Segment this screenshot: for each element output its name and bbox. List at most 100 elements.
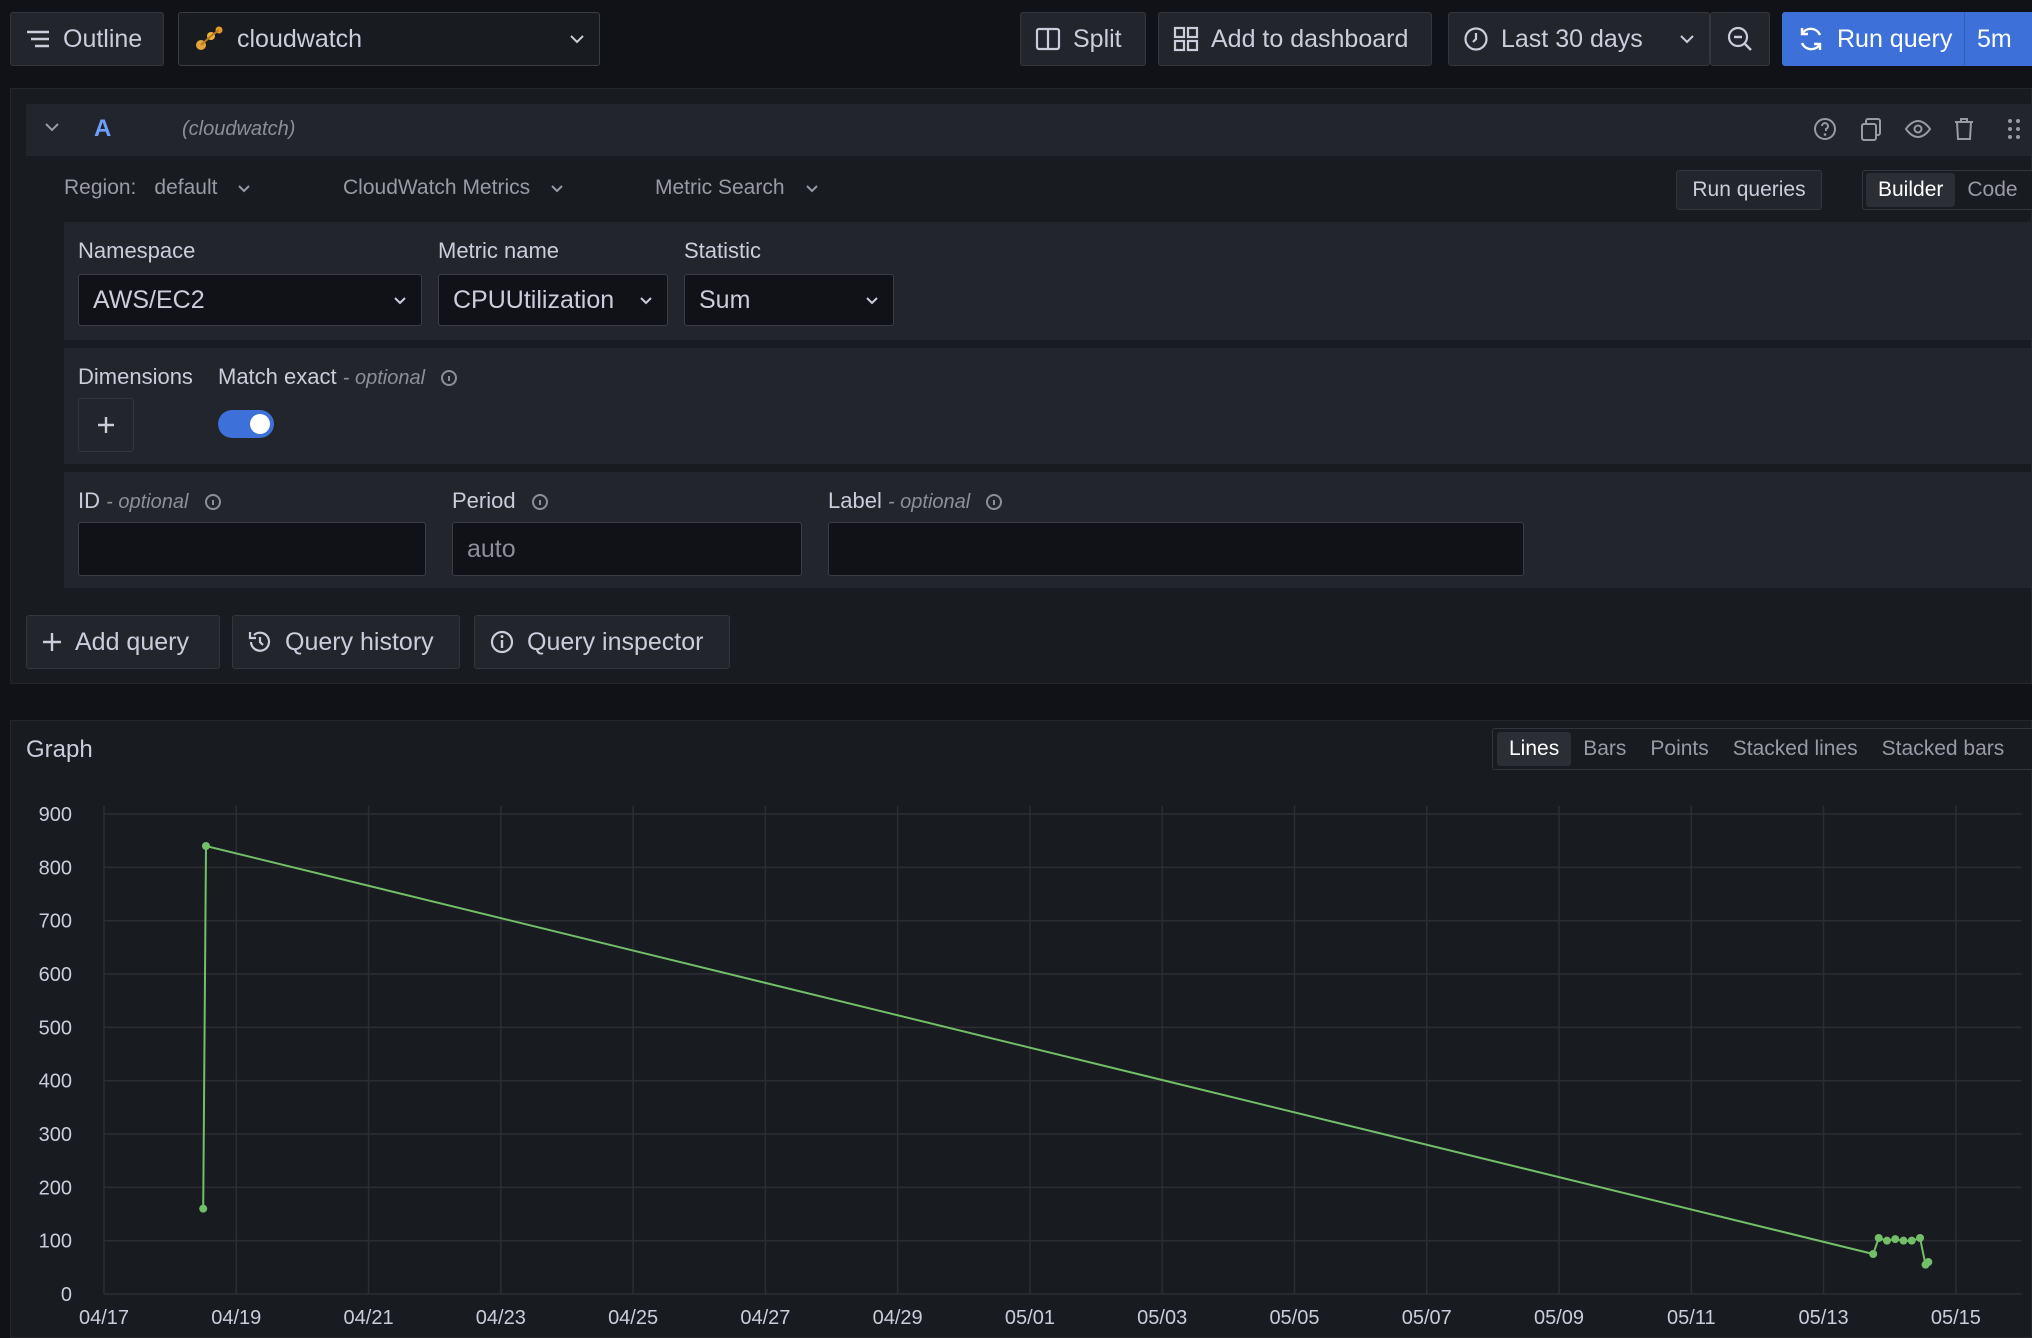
eye-icon[interactable] — [1904, 116, 1932, 142]
service-value: CloudWatch Metrics — [343, 176, 531, 199]
datasource-picker[interactable]: cloudwatch — [178, 12, 600, 66]
optional-text: - optional — [342, 367, 426, 389]
query-ref-id[interactable]: A — [94, 115, 111, 143]
id-label: ID — [78, 488, 100, 513]
x-tick-label: 05/05 — [1269, 1307, 1319, 1329]
info-icon — [531, 494, 548, 511]
clock-icon — [1464, 27, 1488, 51]
chevron-down-icon — [570, 35, 584, 44]
statistic-select[interactable]: Sum — [684, 274, 894, 326]
region-select[interactable]: Region: default — [64, 176, 251, 200]
region-label: Region: — [64, 176, 137, 199]
collapse-chevron-icon[interactable] — [44, 122, 60, 132]
graph-mode-stacked-lines[interactable]: Stacked lines — [1721, 732, 1870, 766]
y-tick-label: 400 — [39, 1071, 72, 1093]
namespace-value: AWS/EC2 — [93, 285, 205, 314]
plus-icon — [98, 417, 114, 433]
graph-mode-bars[interactable]: Bars — [1571, 732, 1638, 766]
namespace-label: Namespace — [78, 238, 196, 263]
outline-button[interactable]: Outline — [10, 12, 164, 66]
split-label: Split — [1073, 24, 1122, 53]
split-icon — [1035, 27, 1061, 51]
statistic-label: Statistic — [684, 238, 762, 263]
optional-text: - optional — [887, 491, 971, 513]
y-tick-label: 0 — [61, 1284, 72, 1306]
label-input[interactable] — [828, 522, 1524, 576]
help-icon[interactable] — [1812, 116, 1838, 142]
y-tick-label: 600 — [39, 964, 72, 986]
code-toggle[interactable]: Code — [1955, 173, 2029, 207]
duplicate-query-icon[interactable] — [1858, 116, 1884, 142]
id-input[interactable] — [78, 522, 426, 576]
trash-icon[interactable] — [1952, 116, 1976, 142]
x-tick-label: 04/27 — [740, 1307, 790, 1329]
add-query-label: Add query — [75, 627, 189, 656]
query-row-header — [26, 104, 2032, 156]
x-tick-label: 04/23 — [476, 1307, 526, 1329]
time-range-picker[interactable]: Last 30 days — [1448, 12, 1710, 66]
zoom-out-button[interactable] — [1710, 12, 1770, 66]
data-point — [1874, 1234, 1883, 1242]
x-tick-label: 04/29 — [873, 1307, 923, 1329]
chevron-down-icon — [238, 184, 251, 192]
info-icon — [441, 370, 458, 387]
outline-label: Outline — [63, 24, 143, 53]
graph-mode-toggle: Lines Bars Points Stacked lines Stacked bars — [1492, 728, 2032, 770]
chevron-down-icon — [805, 184, 818, 192]
metric-name-select[interactable]: CPUUtilization — [438, 274, 668, 326]
split-button[interactable]: Split — [1020, 12, 1146, 66]
run-queries-label: Run queries — [1692, 178, 1806, 201]
datasource-name: cloudwatch — [237, 24, 363, 53]
metric-name-value: CPUUtilization — [453, 285, 615, 314]
chevron-down-icon — [394, 296, 406, 304]
optional-text: - optional — [106, 491, 189, 513]
data-point — [1916, 1234, 1925, 1242]
x-tick-label: 05/07 — [1402, 1307, 1452, 1329]
y-tick-label: 800 — [39, 857, 72, 879]
zoom-out-icon — [1727, 26, 1752, 51]
query-inspector-button[interactable]: Query inspector — [474, 615, 730, 669]
period-input[interactable]: auto — [452, 522, 802, 576]
dimensions-label: Dimensions — [78, 364, 193, 389]
graph-mode-stacked-bars[interactable]: Stacked bars — [1870, 732, 2017, 766]
metric-name-label: Metric name — [438, 238, 560, 263]
graph-mode-lines[interactable]: Lines — [1497, 732, 1572, 766]
mode-select[interactable]: Metric Search — [655, 176, 819, 200]
match-exact-toggle[interactable] — [218, 410, 274, 438]
y-tick-label: 900 — [39, 804, 72, 826]
chevron-down-icon — [640, 296, 652, 304]
info-icon — [204, 494, 221, 511]
x-tick-label: 05/15 — [1931, 1307, 1981, 1329]
cloudwatch-icon — [196, 26, 223, 50]
data-point — [1891, 1235, 1900, 1244]
y-tick-label: 300 — [39, 1124, 72, 1146]
x-tick-label: 04/17 — [79, 1307, 129, 1329]
query-history-button[interactable]: Query history — [232, 615, 460, 669]
add-to-dashboard-button[interactable]: Add to dashboard — [1158, 12, 1432, 66]
builder-toggle[interactable]: Builder — [1866, 173, 1956, 207]
data-point — [1924, 1258, 1933, 1266]
x-tick-label: 04/25 — [608, 1307, 658, 1329]
chevron-down-icon — [866, 296, 878, 304]
region-value: default — [154, 176, 218, 199]
graph-title: Graph — [26, 736, 93, 763]
add-query-button[interactable]: Add query — [26, 615, 220, 669]
period-placeholder: auto — [467, 534, 516, 563]
refresh-interval-picker[interactable]: 5m — [1964, 12, 2032, 66]
x-tick-label: 05/01 — [1005, 1307, 1055, 1329]
query-history-label: Query history — [285, 627, 434, 656]
chevron-down-icon — [1680, 35, 1694, 44]
add-dimension-button[interactable] — [78, 398, 134, 452]
namespace-select[interactable]: AWS/EC2 — [78, 274, 422, 326]
drag-handle-icon[interactable] — [2006, 116, 2022, 142]
run-query-button[interactable]: Run query — [1782, 12, 1972, 66]
add-to-dashboard-label: Add to dashboard — [1211, 24, 1409, 53]
y-tick-label: 200 — [39, 1177, 72, 1199]
chevron-down-icon — [551, 184, 563, 192]
period-label: Period — [452, 488, 516, 513]
graph-mode-points[interactable]: Points — [1638, 732, 1720, 766]
run-query-label: Run query — [1837, 24, 1953, 53]
editor-mode-toggle: Builder Code — [1862, 170, 2032, 210]
service-select[interactable]: CloudWatch Metrics — [343, 176, 564, 200]
run-queries-button[interactable]: Run queries — [1676, 170, 1822, 210]
